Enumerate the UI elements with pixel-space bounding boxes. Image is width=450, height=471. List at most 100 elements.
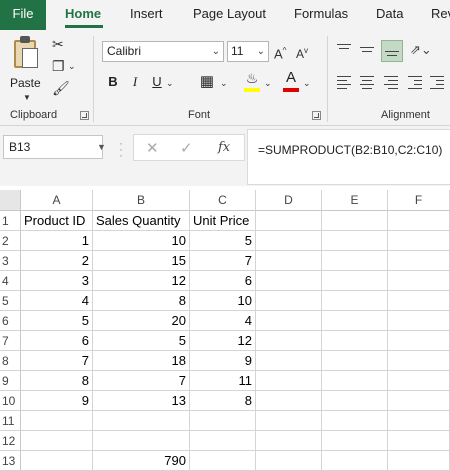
cell-a3[interactable]: 2 xyxy=(21,251,93,271)
cell-f13[interactable] xyxy=(388,451,450,471)
cell-e3[interactable] xyxy=(322,251,388,271)
row-header-1[interactable]: 1 xyxy=(0,211,21,231)
cell-b13[interactable]: 790 xyxy=(93,451,190,471)
cell-f10[interactable] xyxy=(388,391,450,411)
cell-e11[interactable] xyxy=(322,411,388,431)
font-color-dropdown-icon[interactable]: ⌄ xyxy=(303,75,311,91)
cell-b9[interactable]: 7 xyxy=(93,371,190,391)
cell-f11[interactable] xyxy=(388,411,450,431)
cell-a9[interactable]: 8 xyxy=(21,371,93,391)
row-header-2[interactable]: 2 xyxy=(0,231,21,251)
cell-d5[interactable] xyxy=(256,291,322,311)
row-header-11[interactable]: 11 xyxy=(0,411,21,431)
cell-f6[interactable] xyxy=(388,311,450,331)
cell-c9[interactable]: 11 xyxy=(190,371,256,391)
cell-d8[interactable] xyxy=(256,351,322,371)
cell-e9[interactable] xyxy=(322,371,388,391)
column-header-d[interactable]: D xyxy=(256,190,322,211)
cell-e4[interactable] xyxy=(322,271,388,291)
cell-f3[interactable] xyxy=(388,251,450,271)
cell-b1[interactable]: Sales Quantity xyxy=(93,211,190,231)
cell-e6[interactable] xyxy=(322,311,388,331)
cell-a6[interactable]: 5 xyxy=(21,311,93,331)
fill-color-icon[interactable]: ♨ xyxy=(244,68,260,88)
cell-d6[interactable] xyxy=(256,311,322,331)
tab-file[interactable]: File xyxy=(0,0,46,30)
copy-icon[interactable]: ❐ xyxy=(52,58,65,74)
cell-c10[interactable]: 8 xyxy=(190,391,256,411)
italic-button[interactable]: I xyxy=(128,72,142,92)
cell-b5[interactable]: 8 xyxy=(93,291,190,311)
cell-c6[interactable]: 4 xyxy=(190,311,256,331)
cell-b10[interactable]: 13 xyxy=(93,391,190,411)
tab-home[interactable]: Home xyxy=(65,0,103,30)
cell-e2[interactable] xyxy=(322,231,388,251)
copy-dropdown-icon[interactable]: ⌄ xyxy=(68,58,76,74)
tab-formulas[interactable]: Formulas xyxy=(294,0,348,30)
increase-font-size-icon[interactable]: A^ xyxy=(274,43,286,62)
underline-dropdown-icon[interactable]: ⌄ xyxy=(166,75,174,91)
column-header-c[interactable]: C xyxy=(190,190,256,211)
cell-c2[interactable]: 5 xyxy=(190,231,256,251)
cell-f9[interactable] xyxy=(388,371,450,391)
cell-a10[interactable]: 9 xyxy=(21,391,93,411)
cell-e1[interactable] xyxy=(322,211,388,231)
more-options-icon[interactable]: · · · xyxy=(119,137,123,161)
cell-a2[interactable]: 1 xyxy=(21,231,93,251)
clipboard-launcher-icon[interactable] xyxy=(80,111,89,120)
format-painter-icon[interactable]: 🖌 xyxy=(52,80,70,96)
cell-b11[interactable] xyxy=(93,411,190,431)
cell-d7[interactable] xyxy=(256,331,322,351)
cell-a1[interactable]: Product ID xyxy=(21,211,93,231)
font-size-dropdown[interactable]: 11 ⌄ xyxy=(227,41,269,62)
paste-button[interactable]: Paste ▼ xyxy=(8,36,46,102)
cell-b6[interactable]: 20 xyxy=(93,311,190,331)
select-all-corner[interactable] xyxy=(0,190,21,211)
row-header-12[interactable]: 12 xyxy=(0,431,21,451)
decrease-font-size-icon[interactable]: Av xyxy=(296,43,308,62)
cell-d11[interactable] xyxy=(256,411,322,431)
cell-a4[interactable]: 3 xyxy=(21,271,93,291)
row-header-6[interactable]: 6 xyxy=(0,311,21,331)
cell-d4[interactable] xyxy=(256,271,322,291)
row-header-7[interactable]: 7 xyxy=(0,331,21,351)
column-header-b[interactable]: B xyxy=(93,190,190,211)
cell-d2[interactable] xyxy=(256,231,322,251)
tab-insert[interactable]: Insert xyxy=(130,0,163,30)
cell-e7[interactable] xyxy=(322,331,388,351)
cell-c12[interactable] xyxy=(190,431,256,451)
cell-c3[interactable]: 7 xyxy=(190,251,256,271)
formula-input[interactable]: =SUMPRODUCT(B2:B10,C2:C10) xyxy=(247,129,450,185)
cell-c13[interactable] xyxy=(190,451,256,471)
cell-a12[interactable] xyxy=(21,431,93,451)
cell-d9[interactable] xyxy=(256,371,322,391)
cell-a11[interactable] xyxy=(21,411,93,431)
underline-button[interactable]: U xyxy=(150,72,164,92)
cell-c4[interactable]: 6 xyxy=(190,271,256,291)
cell-d1[interactable] xyxy=(256,211,322,231)
cell-f5[interactable] xyxy=(388,291,450,311)
row-header-3[interactable]: 3 xyxy=(0,251,21,271)
font-color-icon[interactable]: A xyxy=(283,68,299,88)
row-header-8[interactable]: 8 xyxy=(0,351,21,371)
cell-c8[interactable]: 9 xyxy=(190,351,256,371)
row-header-4[interactable]: 4 xyxy=(0,271,21,291)
cell-b7[interactable]: 5 xyxy=(93,331,190,351)
cell-f8[interactable] xyxy=(388,351,450,371)
cell-c1[interactable]: Unit Price xyxy=(190,211,256,231)
cut-icon[interactable]: ✂ xyxy=(52,36,64,52)
cell-d10[interactable] xyxy=(256,391,322,411)
enter-icon[interactable]: ✓ xyxy=(180,139,193,157)
cell-e13[interactable] xyxy=(322,451,388,471)
font-name-dropdown[interactable]: Calibri ⌄ xyxy=(102,41,224,62)
cell-a13[interactable] xyxy=(21,451,93,471)
column-header-f[interactable]: F xyxy=(388,190,450,211)
row-header-5[interactable]: 5 xyxy=(0,291,21,311)
cell-d13[interactable] xyxy=(256,451,322,471)
row-header-10[interactable]: 10 xyxy=(0,391,21,411)
cell-b4[interactable]: 12 xyxy=(93,271,190,291)
font-launcher-icon[interactable] xyxy=(312,111,321,120)
cell-c11[interactable] xyxy=(190,411,256,431)
fill-color-dropdown-icon[interactable]: ⌄ xyxy=(264,75,272,91)
insert-function-icon[interactable]: fx xyxy=(218,140,230,155)
